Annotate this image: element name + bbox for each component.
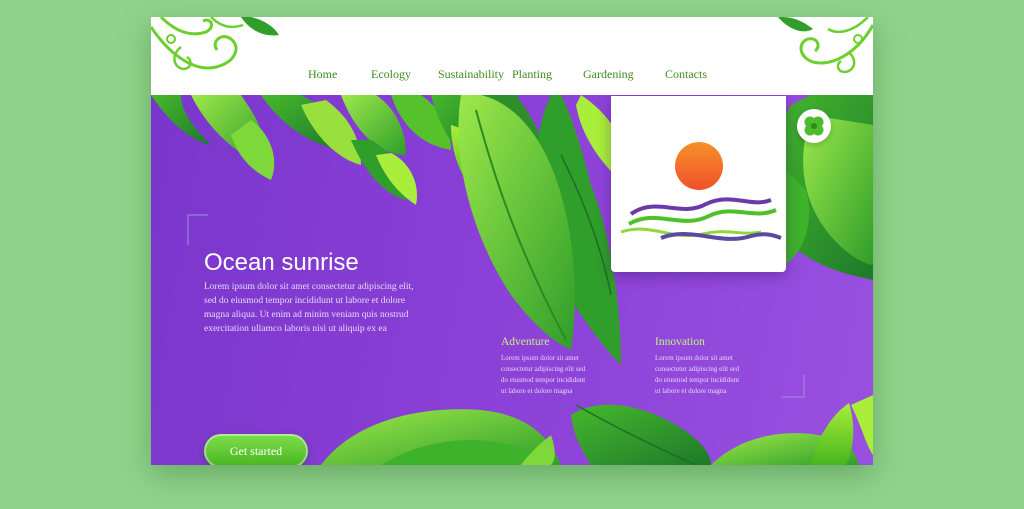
site-header: Home Ecology Sustainability Planting Gar… <box>151 17 873 95</box>
nav-item-ecology[interactable]: Ecology <box>371 67 411 82</box>
nav-item-sustainability[interactable]: Sustainability <box>438 67 504 82</box>
get-started-button[interactable]: Get started <box>204 434 308 465</box>
feature-text-line: do eiusmod tempor incididunt <box>655 376 740 384</box>
nav-item-contacts[interactable]: Contacts <box>665 67 707 82</box>
feature-text-line: Lorem ipsum dolor sit amet <box>655 354 733 362</box>
clover-icon <box>804 116 824 136</box>
ocean-sunrise-logo-icon <box>620 142 782 241</box>
nav-item-planting[interactable]: Planting <box>512 67 552 82</box>
landing-page: Ocean sunrise Lorem ipsum dolor sit amet… <box>151 17 873 465</box>
feature-text-line: ut labore et dolore magna <box>655 387 727 395</box>
feature-text-line: consectetur adipiscing elit sed <box>501 365 586 373</box>
hero-paragraph-line: Lorem ipsum dolor sit amet consectetur a… <box>204 282 414 292</box>
hero-paragraph-line: sed do eiusmod tempor incididunt ut labo… <box>204 296 406 306</box>
nav-item-home[interactable]: Home <box>308 67 337 82</box>
feature-text-line: Lorem ipsum dolor sit amet <box>501 354 579 362</box>
nav-item-gardening[interactable]: Gardening <box>583 67 634 82</box>
feature-title: Adventure <box>501 336 550 348</box>
feature-text-line: do eiusmod tempor incididunt <box>501 376 586 384</box>
hero-paragraph-line: exercitation ullamco laboris nisi ut ali… <box>204 324 387 334</box>
feature-text-line: ut labore et dolore magna <box>501 387 573 395</box>
main-nav: Home Ecology Sustainability Planting Gar… <box>151 67 873 89</box>
hero-paragraph-line: magna aliqua. Ut enim ad minim veniam qu… <box>204 310 409 320</box>
clover-badge <box>797 109 831 143</box>
feature-title: Innovation <box>655 336 705 348</box>
feature-text-line: consectetur adipiscing elit sed <box>655 365 740 373</box>
hero-title: Ocean sunrise <box>204 249 359 277</box>
logo-card <box>611 96 786 272</box>
